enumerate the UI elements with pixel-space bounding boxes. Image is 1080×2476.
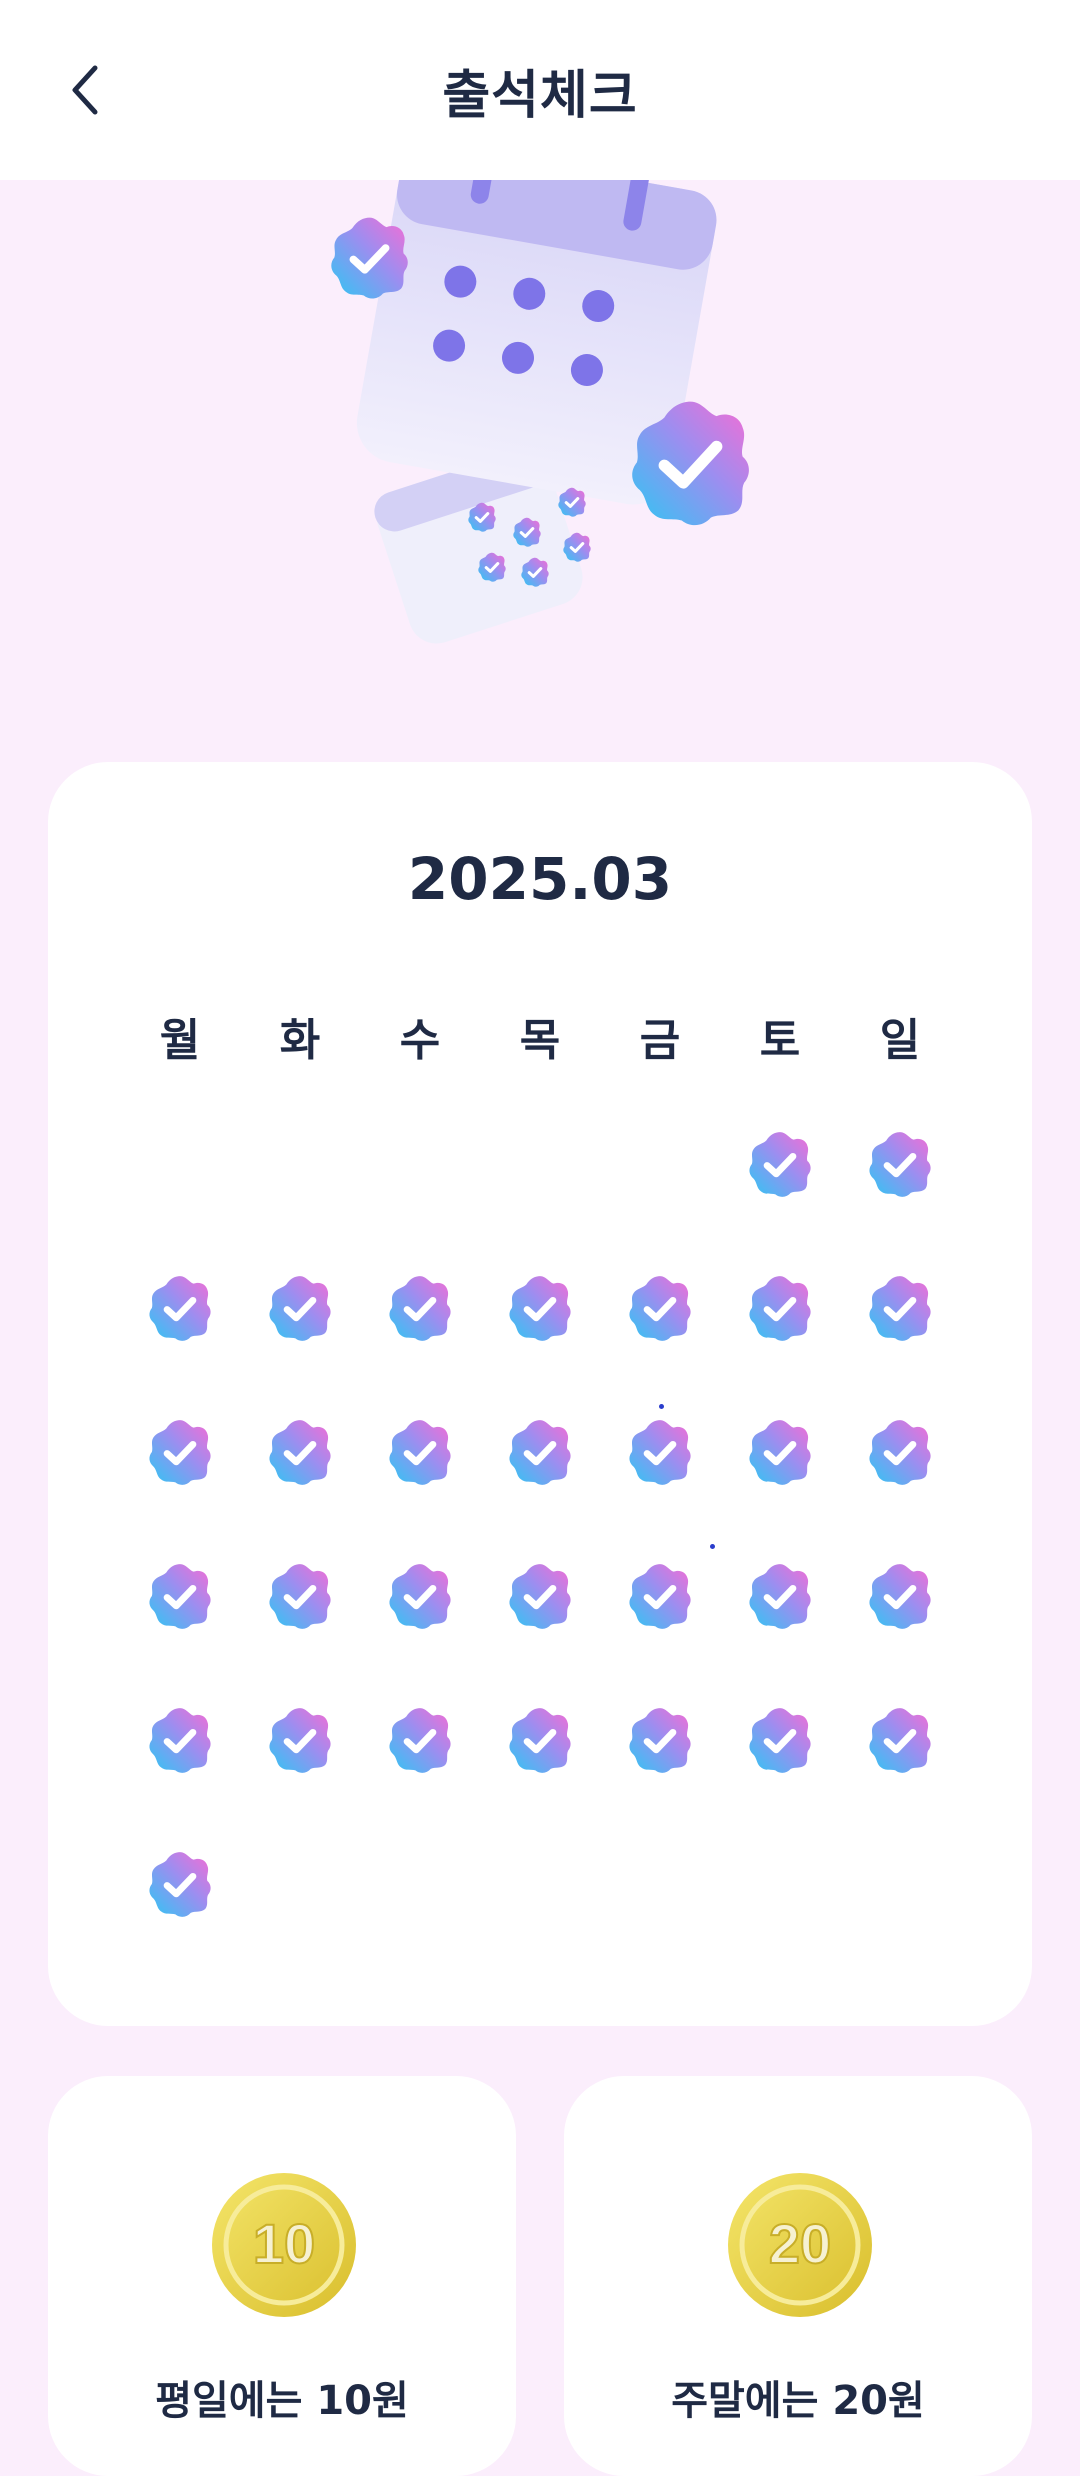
attendance-check-stamp-icon	[742, 1270, 818, 1346]
attendance-check-stamp-icon	[742, 1558, 818, 1634]
weekday-label: 금	[639, 1015, 681, 1066]
decorative-dot	[710, 1544, 715, 1549]
weekday-label: 화	[279, 1015, 321, 1066]
attendance-check-stamp-icon	[862, 1126, 938, 1202]
attendance-check-stamp-icon	[142, 1702, 218, 1778]
attendance-check-stamp-icon	[862, 1558, 938, 1634]
weekday-reward-label: 평일에는 10원	[155, 2378, 409, 2424]
attendance-check-stamp-icon	[622, 1414, 698, 1490]
weekday-label: 목	[519, 1015, 561, 1066]
attendance-check-stamp-icon	[502, 1558, 578, 1634]
attendance-check-stamp-icon	[142, 1414, 218, 1490]
attendance-check-stamp-icon	[502, 1414, 578, 1490]
weekday-label: 토	[759, 1015, 801, 1066]
weekend-reward-label: 주말에는 20원	[671, 2378, 925, 2424]
svg-text:10: 10	[253, 2212, 315, 2275]
attendance-check-stamp-icon	[622, 1702, 698, 1778]
attendance-check-stamp-icon	[862, 1702, 938, 1778]
weekday-label: 수	[399, 1015, 441, 1066]
weekday-label: 월	[159, 1015, 201, 1066]
decorative-dot	[659, 1404, 664, 1409]
calendar-illustration	[331, 180, 749, 644]
attendance-check-stamp-icon	[262, 1414, 338, 1490]
attendance-check-stamp-icon	[262, 1702, 338, 1778]
attendance-check-stamp-icon	[502, 1270, 578, 1346]
attendance-check-stamp-icon	[262, 1558, 338, 1634]
page-title: 출석체크	[442, 65, 638, 126]
attendance-check-stamp-icon	[142, 1846, 218, 1922]
attendance-check-stamp-icon	[142, 1270, 218, 1346]
chevron-left-icon	[72, 65, 98, 115]
attendance-check-stamp-icon	[622, 1270, 698, 1346]
attendance-check-stamp-icon	[382, 1270, 458, 1346]
attendance-check-stamp-icon	[742, 1702, 818, 1778]
weekday-label: 일	[879, 1015, 921, 1066]
svg-text:20: 20	[769, 2212, 831, 2275]
header-bar: 출석체크	[0, 0, 1080, 180]
month-title: 2025.03	[407, 845, 673, 913]
attendance-check-stamp-icon	[502, 1702, 578, 1778]
back-button[interactable]	[50, 50, 120, 130]
attendance-check-stamp-icon	[742, 1414, 818, 1490]
attendance-check-stamp-icon	[262, 1270, 338, 1346]
coin-icon-10: 10	[212, 2173, 356, 2317]
attendance-check-stamp-icon	[142, 1558, 218, 1634]
attendance-check-stamp-icon	[862, 1414, 938, 1490]
attendance-check-stamp-icon	[862, 1270, 938, 1346]
attendance-calendar-card	[48, 762, 1032, 2026]
attendance-check-stamp-icon	[382, 1414, 458, 1490]
attendance-check-stamp-icon	[622, 1558, 698, 1634]
attendance-check-stamp-icon	[742, 1126, 818, 1202]
attendance-check-stamp-icon	[382, 1558, 458, 1634]
attendance-check-stamp-icon	[382, 1702, 458, 1778]
coin-icon-20: 20	[728, 2173, 872, 2317]
